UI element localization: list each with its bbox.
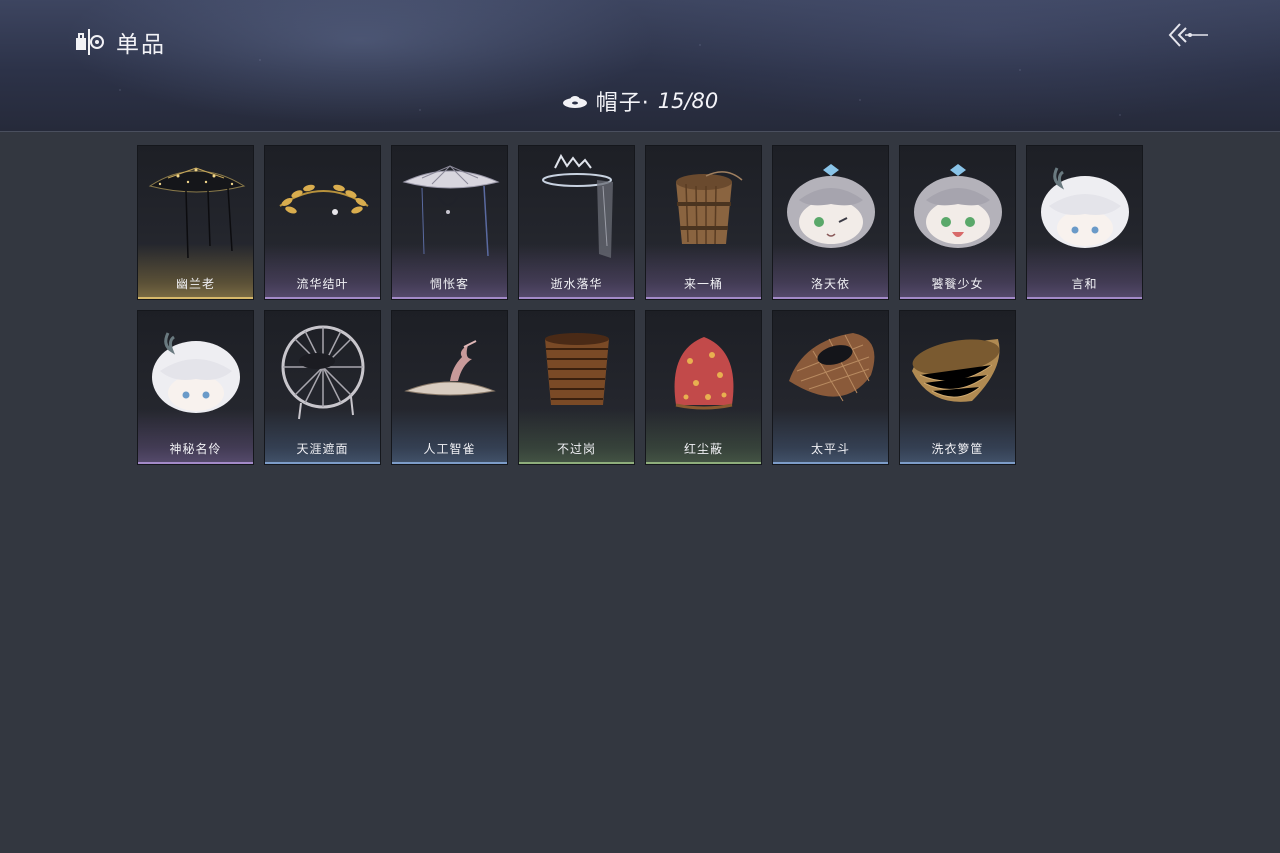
golden-laurel-icon xyxy=(279,184,369,215)
item-card[interactable]: 洛天依 xyxy=(772,145,889,300)
item-card[interactable]: 洗衣箩筐 xyxy=(899,310,1016,465)
item-name: 来一桶 xyxy=(683,277,723,291)
rarity-bar xyxy=(265,297,380,299)
rarity-bar xyxy=(1027,297,1142,299)
rarity-bar xyxy=(900,297,1015,299)
broken-frame-hat-icon xyxy=(281,325,365,420)
grey-hair-head-icon xyxy=(787,164,875,248)
veiled-bamboo-hat-icon xyxy=(402,165,500,257)
category-count: 15/80 xyxy=(657,89,719,113)
rarity-bar xyxy=(773,462,888,464)
item-card[interactable]: 饕餮少女 xyxy=(899,145,1016,300)
hat-icon xyxy=(562,96,587,108)
rarity-bar xyxy=(138,297,253,299)
bird-hat-icon xyxy=(404,340,496,396)
item-card[interactable]: 天涯遮面 xyxy=(264,310,381,465)
item-card[interactable]: 幽兰老 xyxy=(137,145,254,300)
item-name: 人工智雀 xyxy=(423,442,476,456)
wooden-bucket-icon xyxy=(676,171,743,245)
item-card[interactable]: 惆怅客 xyxy=(391,145,508,300)
stacked-bowls-icon xyxy=(545,333,609,405)
rarity-bar xyxy=(773,297,888,299)
item-name: 饕餮少女 xyxy=(931,277,984,291)
item-name: 惆怅客 xyxy=(429,277,469,291)
item-card[interactable]: 言和 xyxy=(1026,145,1143,300)
item-card[interactable]: 人工智雀 xyxy=(391,310,508,465)
category-label: 帽子· xyxy=(595,91,650,116)
item-card[interactable]: 太平斗 xyxy=(772,310,889,465)
item-card[interactable]: 来一桶 xyxy=(645,145,762,300)
item-name: 红尘蔽 xyxy=(683,442,723,456)
item-name: 言和 xyxy=(1071,277,1098,291)
top-banner: 单品 帽子· 15/80 xyxy=(0,0,1280,132)
rarity-bar xyxy=(646,462,761,464)
rarity-bar xyxy=(900,462,1015,464)
item-name: 流华结叶 xyxy=(296,277,349,291)
item-name: 幽兰老 xyxy=(175,277,215,291)
rarity-bar xyxy=(646,297,761,299)
white-hair-head-icon xyxy=(1041,167,1129,248)
item-name: 洗衣箩筐 xyxy=(931,442,984,456)
rarity-bar xyxy=(519,297,634,299)
laundry-basket-icon xyxy=(912,339,1000,402)
item-card[interactable]: 流华结叶 xyxy=(264,145,381,300)
section-title-label: 单品 xyxy=(116,32,166,58)
item-name: 太平斗 xyxy=(810,442,850,456)
section-title: 单品 xyxy=(74,26,166,58)
wardrobe-icon xyxy=(76,29,104,55)
item-name: 天涯遮面 xyxy=(296,442,349,456)
woven-basket-hat-icon xyxy=(789,333,875,402)
veil-tiara-icon xyxy=(542,153,613,258)
item-name: 洛天依 xyxy=(810,277,850,291)
back-arrow-icon[interactable] xyxy=(1166,20,1210,50)
white-hair-head-2-icon xyxy=(152,332,240,413)
rarity-bar xyxy=(265,462,380,464)
item-grid: 幽兰老 流华结叶 惆怅客 逝水落华 来一桶 洛天依 饕餮少女 言和 神秘名伶 天… xyxy=(137,145,1144,465)
rarity-bar xyxy=(519,462,634,464)
red-cloth-bag-icon xyxy=(674,337,734,410)
category-header: 帽子· 15/80 xyxy=(0,86,1280,116)
rarity-bar xyxy=(138,462,253,464)
item-card[interactable]: 神秘名伶 xyxy=(137,310,254,465)
item-name: 逝水落华 xyxy=(550,277,603,291)
item-name: 不过岗 xyxy=(556,442,596,456)
item-name: 神秘名伶 xyxy=(169,442,222,456)
item-card[interactable]: 逝水落华 xyxy=(518,145,635,300)
rarity-bar xyxy=(392,462,507,464)
black-bamboo-hat-icon xyxy=(148,167,246,259)
item-card[interactable]: 不过岗 xyxy=(518,310,635,465)
grey-hair-head-smile-icon xyxy=(914,164,1002,248)
rarity-bar xyxy=(392,297,507,299)
item-card[interactable]: 红尘蔽 xyxy=(645,310,762,465)
